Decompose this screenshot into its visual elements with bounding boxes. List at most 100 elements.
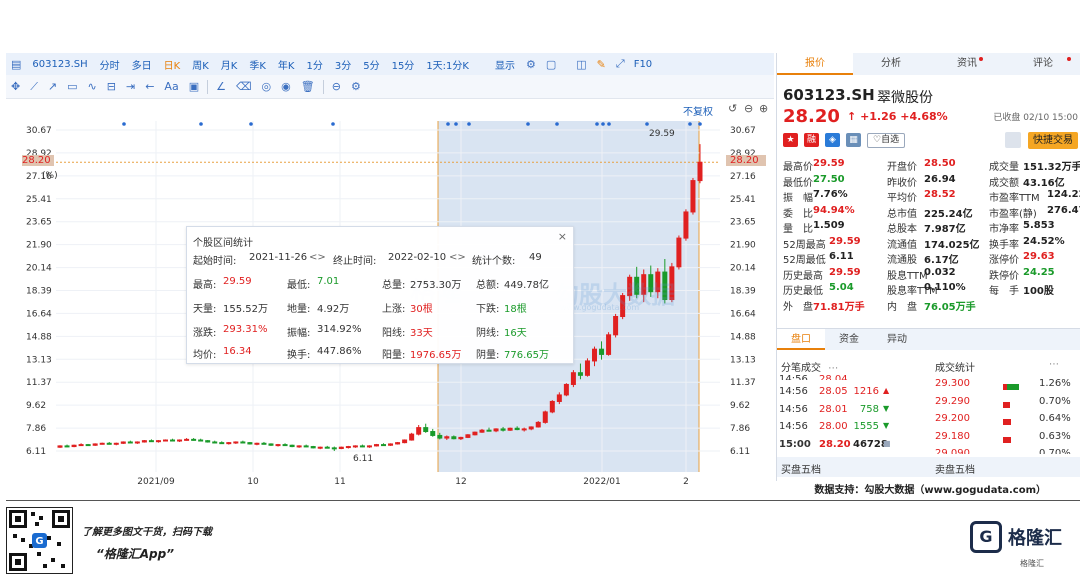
circle-icon[interactable]: ◎ — [257, 80, 277, 93]
add-favorite-button[interactable]: ♡自选 — [867, 132, 906, 148]
y-tick-label-right: 20.14 — [730, 264, 756, 274]
period-fenshi[interactable]: 分时 — [94, 57, 126, 72]
layout-icon[interactable]: ▢ — [541, 58, 561, 71]
event-dot[interactable] — [122, 122, 126, 126]
pen-icon[interactable]: ✎ — [592, 58, 611, 71]
text-icon[interactable]: Aa — [159, 80, 183, 93]
quote-value: 24.52% — [1023, 235, 1065, 247]
reset-icon[interactable]: ↺ — [728, 102, 737, 115]
period-duori[interactable]: 多日 — [126, 57, 158, 72]
start-value[interactable]: 2021-11-26 — [249, 252, 307, 263]
period-3min[interactable]: 3分 — [329, 57, 357, 72]
bell-icon[interactable] — [1005, 132, 1021, 148]
more-icon[interactable]: ⋯ — [828, 363, 838, 374]
tab-funds[interactable]: 资金 — [825, 329, 873, 350]
event-dot[interactable] — [467, 122, 471, 126]
tab-anomaly[interactable]: 异动 — [873, 329, 921, 350]
candle-body — [219, 442, 225, 445]
period-jik[interactable]: 季K — [243, 57, 272, 72]
candle-body — [64, 445, 70, 448]
event-dot[interactable] — [454, 122, 458, 126]
deal-more-icon[interactable]: ⋯ — [1049, 359, 1059, 370]
min-price-label: 6.11 — [353, 454, 374, 464]
period-niank[interactable]: 年K — [272, 57, 301, 72]
camera-icon[interactable]: ◫ — [571, 58, 591, 71]
period-zhouk[interactable]: 周K — [186, 57, 215, 72]
note-icon[interactable]: ▣ — [184, 80, 204, 93]
event-dot[interactable] — [446, 122, 450, 126]
buy5-label[interactable]: 买盘五档 — [781, 461, 821, 476]
event-dot[interactable] — [249, 122, 253, 126]
quote-value: 7.987亿 — [924, 224, 966, 235]
quote-label: 市净率 — [989, 224, 1019, 235]
candle-body — [134, 441, 140, 444]
trash-icon[interactable]: 🗑 — [296, 80, 320, 93]
end-value[interactable]: 2022-02-10 — [388, 252, 446, 263]
quick-trade-button[interactable]: 快捷交易 — [1028, 132, 1078, 149]
event-dot[interactable] — [526, 122, 530, 126]
menu-icon[interactable]: ▤ — [6, 58, 26, 71]
settings-icon[interactable]: ⚙ — [521, 58, 541, 71]
quote-panel: 报价 分析 资讯 评论 603123.SH 翠微股份 28.20 ↑ +1.26… — [776, 53, 1080, 488]
period-1day-1min[interactable]: 1天:1分K — [420, 57, 475, 72]
candle-body — [599, 348, 605, 355]
fullscreen-icon[interactable]: ⤢ — [611, 57, 630, 71]
event-dot[interactable] — [688, 122, 692, 126]
period-5min[interactable]: 5分 — [357, 57, 385, 72]
zoom-out-icon[interactable]: ⊖ — [744, 102, 753, 115]
start-stepper-icon[interactable]: <> — [309, 252, 326, 263]
split-icon[interactable]: ⊟ — [102, 80, 121, 93]
arrow-icon[interactable]: ← — [140, 80, 159, 93]
close-icon[interactable]: × — [558, 230, 567, 243]
candle-body — [613, 316, 619, 336]
wave-icon[interactable]: ∿ — [83, 80, 102, 93]
y-tick-label-left: 20.14 — [26, 264, 52, 274]
amp-label: 振幅: — [287, 328, 311, 339]
period-1min[interactable]: 1分 — [300, 57, 328, 72]
amp-value: 314.92% — [317, 324, 362, 335]
quote-value: 28.52 — [924, 189, 956, 200]
event-dot[interactable] — [595, 122, 599, 126]
event-dot[interactable] — [555, 122, 559, 126]
tab-quote[interactable]: 报价 — [777, 53, 853, 75]
pair-icon[interactable]: ⊖ — [327, 80, 346, 93]
move-icon[interactable]: ✥ — [6, 80, 25, 93]
stock-code[interactable]: 603123.SH — [26, 59, 93, 70]
turn-value: 447.86% — [317, 346, 362, 357]
quote-value: 151.32万手 — [1023, 162, 1080, 173]
candle-body — [71, 444, 77, 448]
deal-row: 29.180 0.63% — [777, 431, 1080, 448]
tab-analysis[interactable]: 分析 — [853, 53, 929, 75]
tab-pankou[interactable]: 盘口 — [777, 329, 825, 350]
sell5-label[interactable]: 卖盘五档 — [935, 461, 975, 476]
zoom-in-icon[interactable]: ⊕ — [759, 102, 768, 115]
y-tick-label-left: 25.41 — [26, 195, 52, 205]
range-icon[interactable]: ⇥ — [121, 80, 140, 93]
event-dot[interactable] — [199, 122, 203, 126]
adjust-label[interactable]: 不复权 — [683, 103, 713, 118]
event-dot[interactable] — [607, 122, 611, 126]
period-yuek[interactable]: 月K — [215, 57, 244, 72]
ma-label: (%) — [42, 171, 58, 181]
angle-icon[interactable]: ∠ — [211, 80, 231, 93]
eraser-icon[interactable]: ⌫ — [231, 80, 257, 93]
tab-news[interactable]: 资讯 — [929, 53, 1005, 75]
tab-comments[interactable]: 评论 — [1005, 53, 1080, 75]
gear-small-icon[interactable]: ⚙ — [346, 80, 366, 93]
event-dot[interactable] — [645, 122, 649, 126]
rect-icon[interactable]: ▭ — [62, 80, 82, 93]
target-icon[interactable]: ◉ — [276, 80, 296, 93]
quote-row: 外 盘 71.81万手 内 盘 76.05万手 — [783, 298, 1080, 314]
quote-row: 量 比 1.509 总股本 7.987亿 市净率 5.853 — [783, 220, 1080, 236]
period-rik[interactable]: 日K — [158, 57, 187, 72]
event-dot[interactable] — [331, 122, 335, 126]
line-icon[interactable]: ⟋ — [25, 80, 43, 94]
ray-icon[interactable]: ↗ — [43, 80, 62, 93]
end-stepper-icon[interactable]: <> — [449, 252, 466, 263]
y-tick-label-right: 11.37 — [730, 378, 756, 388]
display-dropdown[interactable]: 显示 — [489, 57, 521, 72]
event-dot[interactable] — [698, 122, 702, 126]
event-dot[interactable] — [601, 122, 605, 126]
f10-button[interactable]: F10 — [630, 59, 656, 70]
period-15min[interactable]: 15分 — [386, 57, 421, 72]
